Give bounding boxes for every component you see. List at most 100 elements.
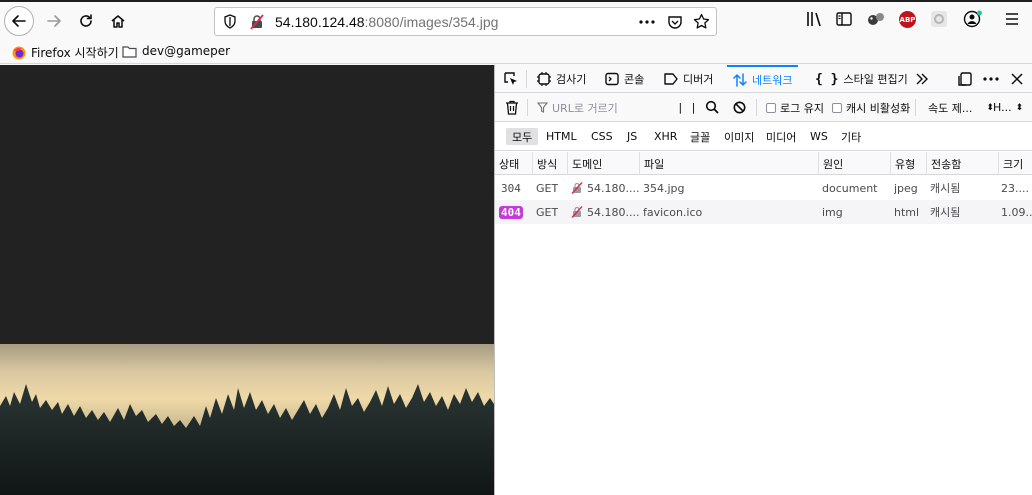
dock-toggle-icon[interactable] [957,71,973,87]
size-cell: 1.09... [1001,205,1032,219]
throttling-value: 속도 제... [928,101,973,115]
toolbar-divider [756,99,757,116]
tab-inspector[interactable]: 검사기 [537,65,586,93]
forward-arrow-icon [47,15,61,27]
adblock-plus-icon[interactable]: ABP [898,10,917,29]
extension-gear-icon[interactable] [930,10,948,28]
har-label: H... [993,101,1012,114]
file-cell: favicon.ico [643,205,703,219]
reload-icon [80,14,92,27]
bookmark-star-icon[interactable] [693,13,710,30]
filter-placeholder: URL로 거르기 [552,101,618,115]
element-picker-icon[interactable] [503,71,519,87]
column-file[interactable]: 파일 [639,152,818,175]
library-icon[interactable] [805,10,823,28]
method-cell: GET [536,205,559,219]
checkbox-box[interactable] [766,102,776,113]
firefox-logo-icon [12,46,26,59]
tab-debugger[interactable]: 디버거 [664,65,713,93]
url-bar[interactable]: 54.180.124.48:8080/images/354.jpg [214,7,717,36]
tab-divider [526,70,527,88]
request-row[interactable]: 304 GET 54.180.... 354.jpg document jpeg… [495,176,1032,200]
tab-strip-edge [0,0,1032,2]
console-icon [605,72,619,86]
page-actions-icon[interactable] [639,20,655,24]
type-filter-images[interactable]: 이미지 [718,128,760,145]
insecure-lock-icon [571,182,583,194]
toolbar-divider [527,99,528,116]
devtools-menu-icon[interactable] [983,77,999,81]
bookmark-firefox-start[interactable]: Firefox 시작하기 [12,44,119,61]
type-cell: html [894,205,920,219]
disable-cache-checkbox[interactable]: 캐시 비활성화 [832,93,910,122]
type-filter-js[interactable]: JS [621,128,643,145]
reload-button[interactable] [71,6,101,36]
close-icon[interactable] [1011,73,1023,85]
request-row[interactable]: 404 GET 54.180.... favicon.ico img html … [495,200,1032,224]
trash-icon[interactable] [505,100,519,115]
devtools-panel: 검사기 콘솔 디버거 네트워크 { } 스타일 편집기 URL로 거르기 | |… [494,65,1032,495]
type-filter-all[interactable]: 모두 [506,128,539,145]
insecure-lock-icon[interactable] [249,14,265,30]
toolbar-divider [915,99,916,116]
more-tabs-chevron-icon[interactable] [915,73,929,85]
debugger-icon [664,73,678,85]
shield-icon[interactable] [223,14,237,29]
status-code: 404 [499,205,523,219]
account-icon[interactable] [963,10,983,28]
persist-logs-checkbox[interactable]: 로그 유지 [766,93,824,122]
column-type[interactable]: 유형 [890,152,926,175]
bookmark-label: Firefox 시작하기 [31,46,119,60]
status-cell: 404 [499,200,523,224]
har-menu-button[interactable]: H... ⬍ [993,93,1023,122]
back-arrow-icon [12,15,26,27]
block-requests-icon[interactable] [733,101,746,114]
url-filter-input[interactable]: URL로 거르기 [537,93,665,122]
file-cell: 354.jpg [643,181,685,195]
cause-cell: img [822,205,843,219]
checkbox-box[interactable] [832,102,842,113]
tab-console[interactable]: 콘솔 [605,65,644,93]
home-button[interactable] [103,6,133,36]
column-method[interactable]: 방식 [532,152,567,175]
sidebar-icon[interactable] [835,10,853,28]
column-cause[interactable]: 원인 [818,152,890,175]
filter-toggle-button[interactable]: | | [677,93,697,122]
tab-label: 네트워크 [752,74,793,87]
forest-photo[interactable] [0,344,494,495]
type-filter-html[interactable]: HTML [540,128,583,145]
tab-network[interactable]: 네트워크 [727,65,799,93]
column-size[interactable]: 크기 [998,152,1032,175]
pocket-icon[interactable] [667,14,683,30]
throttling-select[interactable]: 속도 제... ⬍ [928,93,994,122]
updown-chevron-icon: ⬍ [1015,102,1024,113]
column-transferred[interactable]: 전송함 [926,152,998,175]
domain-text: 54.180.... [587,205,640,219]
inspector-icon [537,72,551,86]
column-domain[interactable]: 도메인 [567,152,639,175]
filter-toggle-icon: | | [677,101,697,114]
type-filter-css[interactable]: CSS [585,128,619,145]
tab-style-editor[interactable]: { } 스타일 편집기 [815,65,908,93]
bookmarks-toolbar: Firefox 시작하기 dev@gameper [0,40,1032,64]
method-cell: GET [536,181,559,195]
type-filter-xhr[interactable]: XHR [648,128,683,145]
bookmark-dev-gameper[interactable]: dev@gameper [122,44,230,58]
hamburger-menu-icon[interactable] [1003,10,1021,28]
domain-cell: 54.180.... [571,200,639,224]
domain-cell: 54.180.... [571,176,639,200]
home-icon [111,15,125,28]
type-filter-media[interactable]: 미디어 [760,128,802,145]
type-filter-fonts[interactable]: 글꼴 [684,128,716,145]
search-icon[interactable] [705,100,719,114]
extension-balls-icon[interactable] [866,10,886,28]
url-host: 54.180.124.48 [275,14,365,30]
folder-icon [122,45,137,58]
tab-label: 디버거 [683,73,714,86]
url-text[interactable]: 54.180.124.48:8080/images/354.jpg [275,14,498,30]
forward-button[interactable] [39,6,69,36]
column-status[interactable]: 상태 [495,152,531,175]
back-button[interactable] [4,6,34,36]
type-filter-ws[interactable]: WS [804,128,834,145]
type-filter-other[interactable]: 기타 [835,128,867,145]
